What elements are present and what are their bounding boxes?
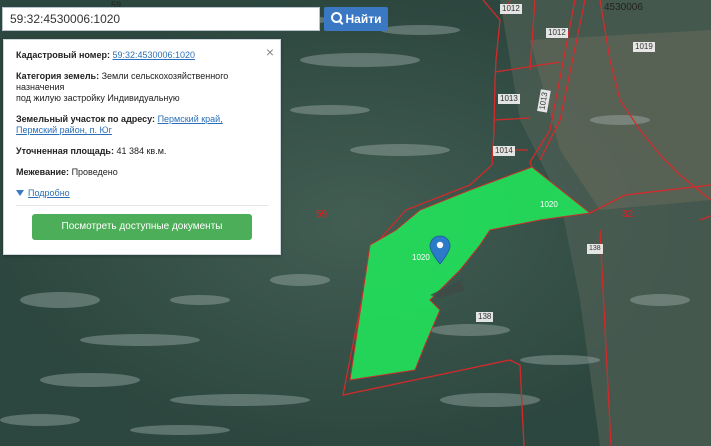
district-label: 32: [622, 209, 634, 220]
parcel-label: 138: [587, 244, 603, 254]
search-button-label: Найти: [345, 12, 382, 26]
search-input[interactable]: 59:32:4530006:1020: [2, 7, 320, 31]
address-label: Земельный участок по адресу:: [16, 114, 156, 124]
parcel-label: 1012: [546, 28, 568, 38]
survey-label: Межевание:: [16, 167, 70, 177]
category-label: Категория земель:: [16, 71, 100, 81]
parcel-label: 1013: [498, 94, 520, 104]
area-row: Уточненная площадь: 41 384 кв.м.: [16, 146, 268, 157]
parcel-label: 1020: [412, 253, 430, 262]
parcel-label: 1020: [540, 200, 558, 209]
address-link[interactable]: Пермский край,: [158, 114, 223, 124]
area-value: 41 384 кв.м.: [116, 146, 167, 156]
parcel-info-panel: × Кадастровый номер: 59:32:4530006:1020 …: [3, 39, 281, 255]
category-value: назначения: [16, 82, 65, 92]
more-link[interactable]: Подробно: [28, 188, 70, 198]
survey-row: Межевание: Проведено: [16, 167, 268, 178]
address-link[interactable]: Пермский район, п. Юг: [16, 125, 112, 135]
parcel-label: 1019: [633, 42, 655, 52]
search-icon: [330, 12, 342, 23]
kvartal-label: 4530006: [604, 2, 643, 13]
district-label: 59: [316, 209, 328, 220]
cadastral-link[interactable]: 59:32:4530006:1020: [112, 50, 195, 60]
address-row: Земельный участок по адресу: Пермский кр…: [16, 114, 268, 136]
category-value: под жилую застройку Индивидуальную: [16, 93, 180, 103]
area-label: Уточненная площадь:: [16, 146, 114, 156]
cadastral-label: Кадастровый номер:: [16, 50, 110, 60]
triangle-down-icon: [16, 190, 24, 196]
category-value: Земли сельскохозяйственного: [101, 71, 229, 81]
parcel-label: 1014: [493, 146, 515, 156]
more-toggle[interactable]: Подробно: [16, 188, 268, 198]
survey-value: Проведено: [71, 167, 118, 177]
parcel-label: 1012: [500, 4, 522, 14]
divider: [16, 205, 268, 206]
parcel-label: 138: [476, 312, 494, 322]
close-icon[interactable]: ×: [266, 45, 274, 59]
category-row: Категория земель: Земли сельскохозяйстве…: [16, 71, 268, 104]
search-button[interactable]: Найти: [324, 7, 388, 31]
cadastral-row: Кадастровый номер: 59:32:4530006:1020: [16, 50, 268, 61]
view-documents-button[interactable]: Посмотреть доступные документы: [32, 214, 252, 240]
